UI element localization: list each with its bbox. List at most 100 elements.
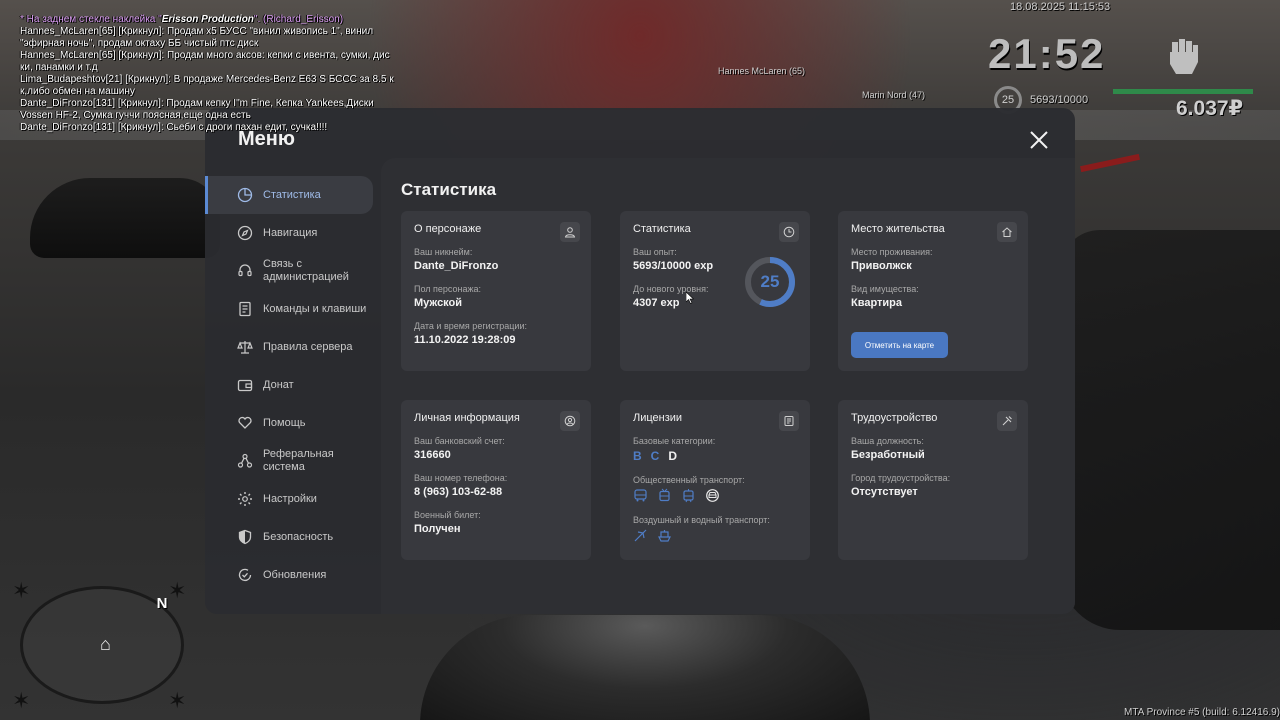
- chat-log: * На заднем стекле наклейка "Erisson Pro…: [20, 14, 400, 134]
- sidebar-item-label: Навигация: [263, 226, 318, 239]
- chat-line: к,либо обмен на машину: [20, 86, 135, 97]
- compass-icon: [237, 225, 253, 241]
- field-label: Ваша должность:: [851, 436, 924, 446]
- position-value: Безработный: [851, 449, 925, 461]
- license-categories: B C D: [633, 449, 797, 463]
- sidebar-item-label: Команды и клавиши: [263, 302, 367, 315]
- card-employment: Трудоустройство Ваша должность: Безработ…: [838, 400, 1028, 560]
- scales-icon: [237, 341, 253, 354]
- sidebar-item-updates[interactable]: Обновления: [205, 556, 381, 594]
- build-info: MTA Province #5 (build: 6.12416.9): [1124, 707, 1280, 718]
- hud-money: 6.037₽: [1176, 97, 1244, 120]
- field-label: Ваш банковский счет:: [414, 436, 505, 446]
- mark-on-map-button[interactable]: Отметить на карте: [851, 332, 948, 358]
- scene-player-car: [420, 615, 870, 720]
- chat-line: * На заднем стекле наклейка "Erisson Pro…: [20, 14, 344, 25]
- shield-icon: [238, 529, 252, 545]
- nametag: Hannes McLaren (65): [718, 66, 806, 76]
- user-circle-icon: [560, 411, 580, 431]
- license-category-b: B: [633, 449, 642, 463]
- house-icon: [997, 222, 1017, 242]
- sidebar-item-label: Настройки: [263, 492, 317, 505]
- field-label: Ваш никнейм:: [414, 247, 473, 257]
- sidebar-item-navigation[interactable]: Навигация: [205, 214, 381, 252]
- field-label: Дата и время регистрации:: [414, 321, 527, 331]
- sidebar-item-label: Обновления: [263, 568, 327, 581]
- compass-star-icon: ✶: [12, 688, 31, 713]
- public-transport-icons: [633, 488, 797, 503]
- field-label: Общественный транспорт:: [633, 475, 745, 485]
- sidebar-item-help[interactable]: Помощь: [205, 404, 381, 442]
- chat-line: Hannes_McLaren[65] [Крикнул]: Продам мно…: [20, 50, 390, 61]
- sidebar-item-commands[interactable]: Команды и клавиши: [205, 290, 381, 328]
- bank-account-value: 316660: [414, 449, 451, 461]
- sidebar-item-statistics[interactable]: Статистика: [205, 176, 373, 214]
- sidebar-item-label: Связь с администрацией: [263, 258, 349, 283]
- person-icon: [560, 222, 580, 242]
- sidebar-item-rules[interactable]: Правила сервера: [205, 328, 381, 366]
- field-label: Город трудоустройства:: [851, 473, 951, 483]
- wallet-icon: [237, 379, 253, 392]
- hud-date: 18.08.2025 11:15:53: [1010, 1, 1111, 13]
- job-city-value: Отсутствует: [851, 486, 918, 498]
- chat-line: "эфирная ночь", продам октаху ББ чистый …: [20, 38, 259, 49]
- sidebar-item-donate[interactable]: Донат: [205, 366, 381, 404]
- boat-icon: [658, 530, 671, 542]
- card-licenses: Лицензии Базовые категории: B C D Общест…: [620, 400, 810, 560]
- property-value: Квартира: [851, 297, 903, 309]
- hud-clock: 21:52: [988, 30, 1106, 77]
- fist-weapon-icon: [1170, 39, 1198, 74]
- tram-icon: [683, 489, 694, 503]
- hud-health-bar: [1113, 89, 1253, 94]
- card-title: О персонаже: [414, 223, 482, 235]
- military-id-value: Получен: [414, 523, 461, 535]
- sidebar-item-security[interactable]: Безопасность: [205, 518, 381, 556]
- sidebar-item-label: Безопасность: [263, 530, 334, 543]
- sidebar-item-label: Реферальная система: [263, 448, 334, 473]
- card-title: Трудоустройство: [851, 412, 938, 424]
- field-label: Военный билет:: [414, 510, 481, 520]
- nametag: Marin Nord (47): [862, 90, 926, 100]
- field-label: Воздушный и водный транспорт:: [633, 515, 770, 525]
- airplane-icon: [634, 529, 647, 542]
- field-label: Пол персонажа:: [414, 284, 482, 294]
- sidebar-item-referral[interactable]: Реферальная система: [205, 442, 381, 480]
- field-label: Базовые категории:: [633, 436, 716, 446]
- air-water-transport-icons: [633, 528, 797, 543]
- license-category-c: C: [650, 449, 660, 463]
- sidebar-item-label: Помощь: [263, 416, 306, 429]
- headset-icon: [238, 264, 252, 277]
- trolleybus-icon: [659, 488, 670, 502]
- residence-value: Приволжск: [851, 260, 912, 272]
- license-category-d: D: [668, 449, 678, 463]
- minimap: ✶ ✶ ✶ ✶ N ⌂: [12, 578, 192, 713]
- phone-value: 8 (963) 103-62-88: [414, 486, 503, 498]
- page-title: Статистика: [401, 180, 497, 199]
- chat-line: Hannes_McLaren[65] [Крикнул]: Продам x5 …: [20, 26, 374, 37]
- tools-icon: [997, 411, 1017, 431]
- document-icon: [239, 301, 251, 317]
- card-character: О персонаже Ваш никнейм: Dante_DiFronzo …: [401, 211, 591, 371]
- registration-value: 11.10.2022 19:28:09: [414, 334, 516, 346]
- compass-star-icon: ✶: [12, 578, 31, 603]
- sidebar: Статистика Навигация Связь с администрац…: [205, 176, 381, 594]
- sidebar-item-settings[interactable]: Настройки: [205, 480, 381, 518]
- close-icon[interactable]: [1027, 128, 1051, 152]
- field-label: Ваш номер телефона:: [414, 473, 508, 483]
- sex-value: Мужской: [414, 297, 463, 309]
- taxi-icon: [706, 489, 719, 502]
- card-title: Место жительства: [851, 223, 945, 235]
- network-icon: [237, 453, 253, 468]
- chat-line: Vossen HF-2, Сумка гуччи поясная,еще одн…: [20, 110, 251, 121]
- card-title: Личная информация: [414, 412, 520, 424]
- level-gauge: 25: [743, 255, 797, 309]
- card-title: Статистика: [633, 223, 691, 235]
- content-panel: Статистика О персонаже Ваш никнейм: Dant…: [381, 158, 1075, 614]
- hud-exp: 5693/10000: [1030, 94, 1089, 106]
- sidebar-item-label: Правила сервера: [263, 340, 353, 353]
- card-personal: Личная информация Ваш банковский счет: 3…: [401, 400, 591, 560]
- chat-line: Dante_DiFronzo[131] [Крикнул]: Сьеби с д…: [20, 122, 328, 133]
- sidebar-item-admin-contact[interactable]: Связь с администрацией: [205, 252, 381, 290]
- chat-line: Lima_Budapeshtov[21] [Крикнул]: В продаж…: [20, 74, 394, 85]
- gear-icon: [238, 492, 252, 506]
